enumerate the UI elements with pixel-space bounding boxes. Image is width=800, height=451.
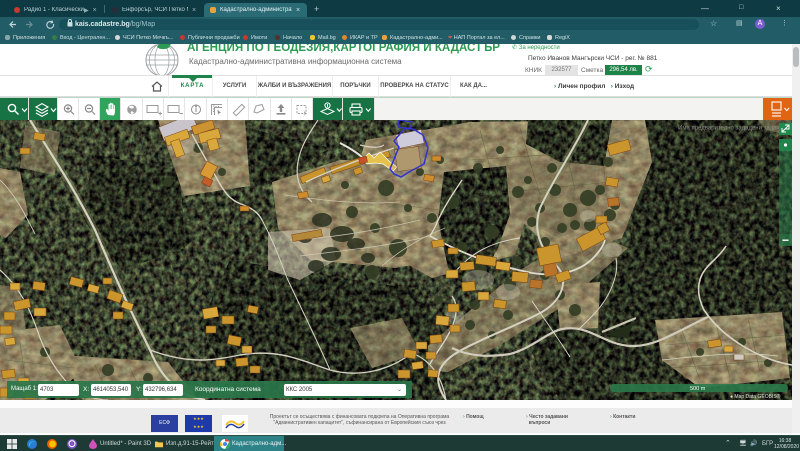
svg-text:● Map Data GEOBIS®: ● Map Data GEOBIS® [730, 393, 781, 400]
svg-text:500 m: 500 m [690, 386, 706, 392]
svg-text:Има предварително зададени зад: Има предварително зададени задачи [678, 126, 783, 132]
